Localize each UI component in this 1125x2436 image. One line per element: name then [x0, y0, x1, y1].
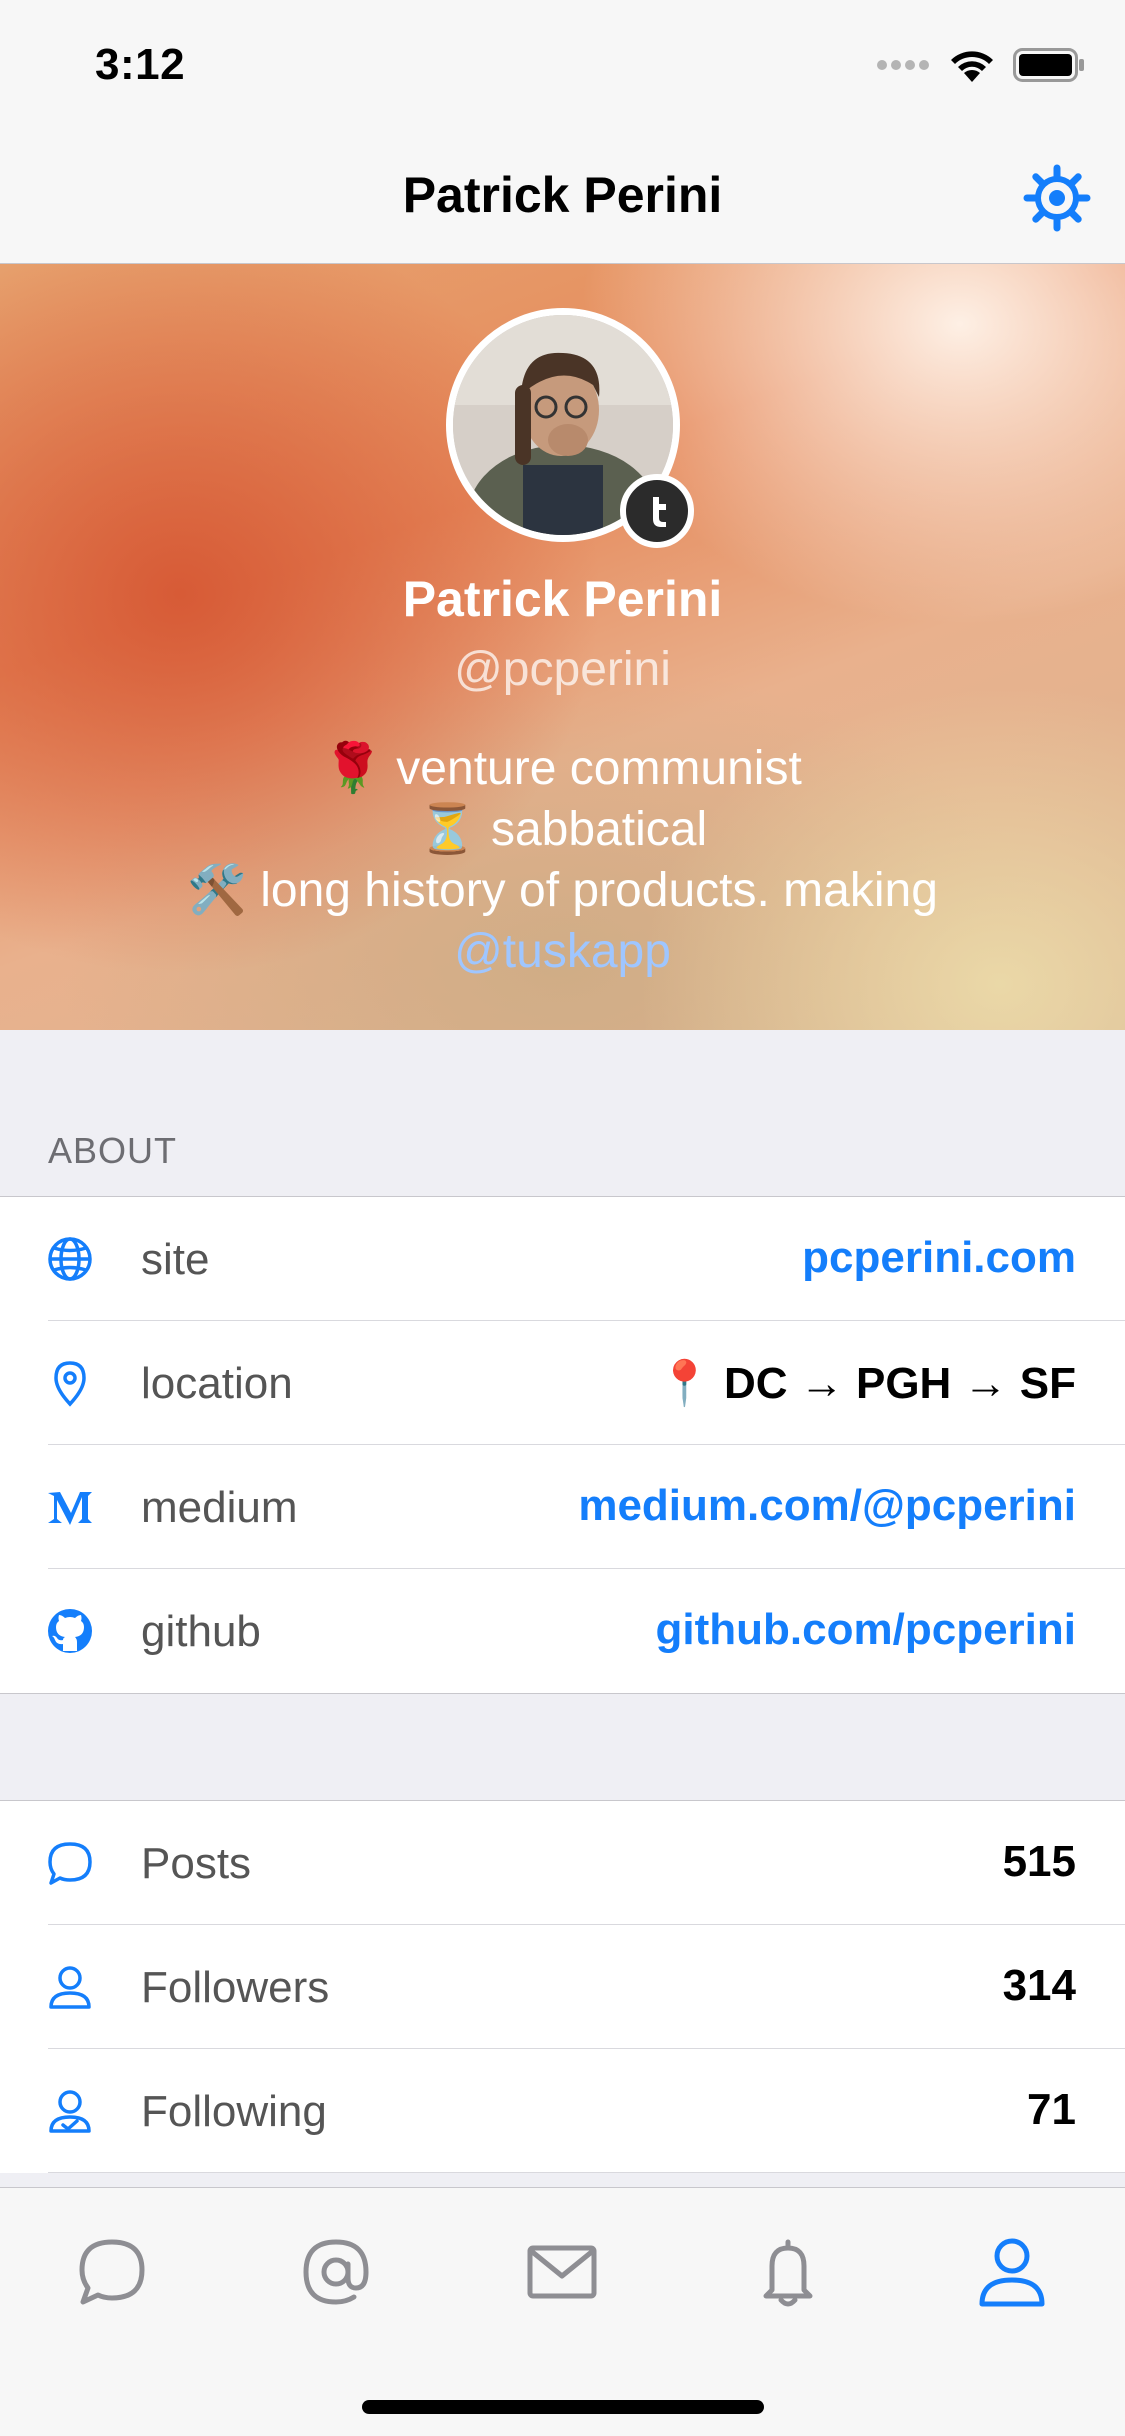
row-label: medium — [141, 1483, 298, 1532]
stats-row-followers[interactable]: Followers 314 — [0, 1925, 1125, 2049]
about-list: site pcperini.com location 📍 DC → PGH → … — [0, 1196, 1125, 1694]
cellular-signal-icon — [877, 60, 929, 70]
person-icon — [49, 1966, 91, 2009]
speech-bubble-icon — [48, 1842, 92, 1885]
tab-timeline-speech-bubble-icon[interactable] — [74, 2234, 150, 2310]
avatar-container[interactable] — [446, 308, 694, 548]
globe-icon — [48, 1237, 92, 1281]
home-indicator — [362, 2400, 764, 2414]
stats-row-following[interactable]: Following 71 — [0, 2049, 1125, 2173]
github-icon — [48, 1609, 92, 1653]
posts-count: 515 — [1002, 1837, 1076, 1886]
about-row-medium[interactable]: medium medium.com/@pcperini — [0, 1445, 1125, 1569]
wifi-icon — [951, 51, 993, 82]
tab-notifications-bell-icon[interactable] — [750, 2234, 826, 2310]
row-label: Followers — [141, 1963, 330, 2012]
row-label: location — [141, 1359, 293, 1408]
stats-row-posts[interactable]: Posts 515 — [0, 1801, 1125, 1925]
bio-mention-link[interactable]: @tuskapp — [0, 921, 1125, 982]
about-section-label: ABOUT — [48, 1130, 178, 1171]
tab-bar — [0, 2187, 1125, 2436]
battery-icon — [1013, 48, 1084, 82]
tab-messages-envelope-icon[interactable] — [524, 2234, 600, 2310]
row-label: Following — [141, 2087, 327, 2136]
page-title: Patrick Perini — [402, 167, 723, 223]
location-value: 📍 DC → PGH → SF — [656, 1359, 1076, 1408]
tab-mentions-at-sign-icon[interactable] — [298, 2234, 374, 2310]
about-row-github[interactable]: github github.com/pcperini — [0, 1569, 1125, 1693]
medium-link[interactable]: medium.com/@pcperini — [578, 1481, 1076, 1531]
profile-header: Patrick Perini @pcperini 🌹 venture commu… — [0, 264, 1125, 1030]
tumblr-badge-icon — [620, 474, 694, 548]
row-label: github — [141, 1607, 261, 1656]
navigation-bar: Patrick Perini — [0, 132, 1125, 264]
profile-handle: @pcperini — [454, 643, 671, 696]
bio-line: 🌹 venture communist — [323, 742, 802, 795]
medium-icon — [48, 1492, 92, 1525]
profile-bio: 🌹 venture communist ⏳ sabbatical 🛠️ long… — [0, 738, 1125, 982]
followers-count: 314 — [1002, 1961, 1076, 2010]
tab-profile-person-icon[interactable] — [974, 2234, 1050, 2310]
location-pin-icon — [54, 1361, 86, 1407]
profile-name: Patrick Perini — [402, 571, 723, 627]
status-time: 3:12 — [95, 40, 186, 89]
about-row-site[interactable]: site pcperini.com — [0, 1197, 1125, 1321]
github-link[interactable]: github.com/pcperini — [656, 1605, 1076, 1655]
divider — [48, 2172, 1125, 2173]
following-count: 71 — [1027, 2085, 1076, 2134]
row-label: Posts — [141, 1839, 252, 1888]
settings-gear-icon[interactable] — [1023, 164, 1091, 232]
site-link[interactable]: pcperini.com — [802, 1233, 1076, 1283]
stats-list: Posts 515 Followers 314 Following 71 — [0, 1800, 1125, 2173]
person-check-icon — [49, 2090, 91, 2133]
about-row-location: location 📍 DC → PGH → SF — [0, 1321, 1125, 1445]
bio-line: 🛠️ long history of products. making — [187, 864, 938, 917]
bio-line: ⏳ sabbatical — [417, 803, 708, 856]
status-icons — [877, 48, 1085, 82]
status-bar: 3:12 — [0, 0, 1125, 132]
row-label: site — [141, 1235, 210, 1284]
